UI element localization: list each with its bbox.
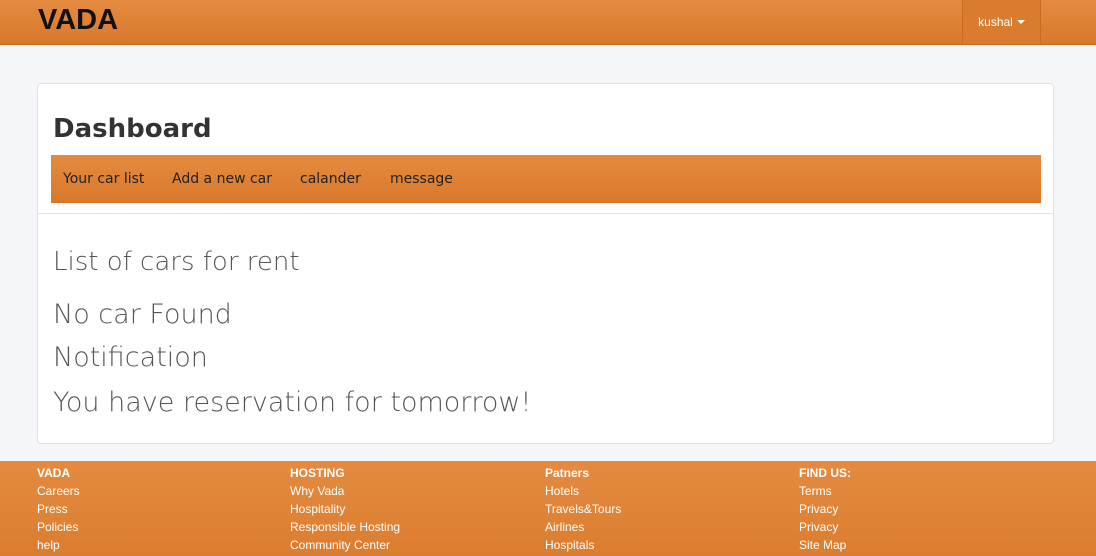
footer-link-airlines[interactable]: Airlines (545, 518, 621, 536)
footer-link-hospitals[interactable]: Hospitals (545, 536, 621, 554)
car-list-heading: List of cars for rent (53, 247, 300, 277)
tab-message[interactable]: message (390, 171, 453, 187)
no-car-message: No car Found (53, 299, 232, 330)
footer-column-vada: VADA Careers Press Policies help (37, 464, 80, 554)
footer-link-press[interactable]: Press (37, 500, 80, 518)
footer-link-responsible-hosting[interactable]: Responsible Hosting (290, 518, 400, 536)
footer-column-find-us: FIND US: Terms Privacy Privacy Site Map (799, 464, 851, 554)
user-menu-dropdown[interactable]: kushal (962, 0, 1041, 44)
footer-heading: Patners (545, 466, 590, 480)
top-navbar: VADA kushal (0, 0, 1096, 45)
dashboard-panel: Dashboard Your car list Add a new car ca… (37, 83, 1054, 444)
footer-link-policies[interactable]: Policies (37, 518, 80, 536)
footer-link-travels-tours[interactable]: Travels&Tours (545, 500, 621, 518)
page-title: Dashboard (53, 114, 212, 144)
footer-link-help[interactable]: help (37, 536, 80, 554)
footer-link-hotels[interactable]: Hotels (545, 482, 621, 500)
brand-logo[interactable]: VADA (38, 4, 118, 37)
footer-link-site-map[interactable]: Site Map (799, 536, 851, 554)
site-footer: VADA Careers Press Policies help HOSTING… (0, 461, 1096, 556)
footer-link-hospitality[interactable]: Hospitality (290, 500, 400, 518)
footer-heading: FIND US: (799, 466, 851, 480)
footer-column-patners: Patners Hotels Travels&Tours Airlines Ho… (545, 464, 621, 554)
reservation-notification: You have reservation for tomorrow! (53, 387, 532, 418)
footer-link-community-center[interactable]: Community Center (290, 536, 400, 554)
tab-your-car-list[interactable]: Your car list (63, 171, 144, 187)
footer-heading: VADA (37, 466, 71, 480)
footer-column-hosting: HOSTING Why Vada Hospitality Responsible… (290, 464, 400, 554)
footer-link-careers[interactable]: Careers (37, 482, 80, 500)
footer-link-why-vada[interactable]: Why Vada (290, 482, 400, 500)
dashboard-subnav: Your car list Add a new car calander mes… (51, 155, 1041, 203)
footer-heading: HOSTING (290, 466, 345, 480)
footer-link-terms[interactable]: Terms (799, 482, 851, 500)
footer-link-privacy[interactable]: Privacy (799, 500, 851, 518)
tab-add-new-car[interactable]: Add a new car (172, 171, 272, 187)
dashboard-header: Dashboard Your car list Add a new car ca… (38, 84, 1053, 214)
tab-calander[interactable]: calander (300, 171, 361, 187)
notification-heading: Notification (53, 342, 208, 373)
footer-link-privacy-2[interactable]: Privacy (799, 518, 851, 536)
user-name: kushal (978, 15, 1013, 29)
caret-down-icon (1016, 20, 1025, 24)
